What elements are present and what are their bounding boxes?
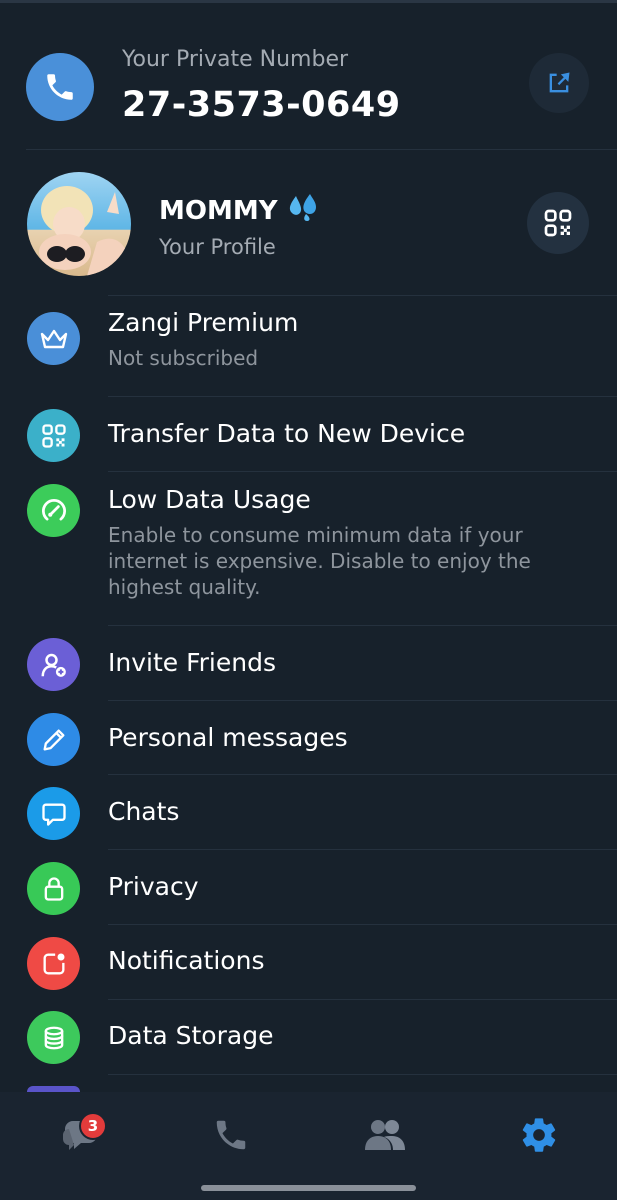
calls-icon (216, 1120, 246, 1150)
private-number-value: 27-3573-0649 (122, 85, 401, 125)
profile-name-text: MOMMY (159, 195, 278, 226)
divider (108, 924, 617, 925)
divider (108, 999, 617, 1000)
sweat-droplets-emoji (286, 192, 320, 229)
transfer-data-title: Transfer Data to New Device (108, 419, 466, 448)
premium-title: Zangi Premium (108, 308, 299, 337)
database-icon (27, 1011, 80, 1064)
low-data-description: Enable to consume minimum data if your i… (108, 523, 531, 599)
share-number-button[interactable] (529, 53, 589, 113)
personal-messages-title: Personal messages (108, 723, 348, 752)
chat-bubble-icon (27, 787, 80, 840)
notifications-title: Notifications (108, 946, 265, 975)
invite-friends-title: Invite Friends (108, 648, 276, 677)
divider (108, 1074, 617, 1075)
divider (108, 471, 617, 472)
divider (108, 396, 617, 397)
nav-tab-settings[interactable] (509, 1110, 569, 1160)
pencil-icon (27, 713, 80, 766)
private-number-label: Your Private Number (122, 47, 349, 72)
privacy-title: Privacy (108, 872, 199, 901)
home-indicator[interactable] (201, 1185, 416, 1191)
divider (108, 849, 617, 850)
divider (108, 625, 617, 626)
contacts-icon (365, 1120, 405, 1150)
nav-tab-contacts[interactable] (355, 1110, 415, 1160)
share-icon (549, 72, 570, 93)
qr-code-icon (544, 209, 572, 237)
unread-chats-badge: 3 (79, 1112, 107, 1140)
divider (108, 700, 617, 701)
crown-icon (27, 312, 80, 365)
divider (108, 774, 617, 775)
bottom-navigation: 3 (0, 1092, 617, 1200)
nav-tab-calls[interactable] (201, 1110, 261, 1160)
profile-name: MOMMY (159, 192, 320, 229)
gauge-icon (27, 484, 80, 537)
lock-icon (27, 862, 80, 915)
qr-code-icon (27, 409, 80, 462)
divider (26, 149, 617, 150)
add-person-icon (27, 638, 80, 691)
profile-qr-button[interactable] (527, 192, 589, 254)
divider (108, 295, 617, 296)
private-number-section: Your Private Number 27-3573-0649 (0, 3, 617, 150)
premium-subtitle: Not subscribed (108, 346, 259, 370)
phone-icon (26, 53, 94, 121)
avatar (27, 172, 131, 276)
data-storage-title: Data Storage (108, 1021, 274, 1050)
low-data-title: Low Data Usage (108, 485, 311, 514)
settings-icon (522, 1118, 556, 1152)
profile-subtitle: Your Profile (159, 235, 276, 259)
chats-title: Chats (108, 797, 180, 826)
notification-icon (27, 937, 80, 990)
